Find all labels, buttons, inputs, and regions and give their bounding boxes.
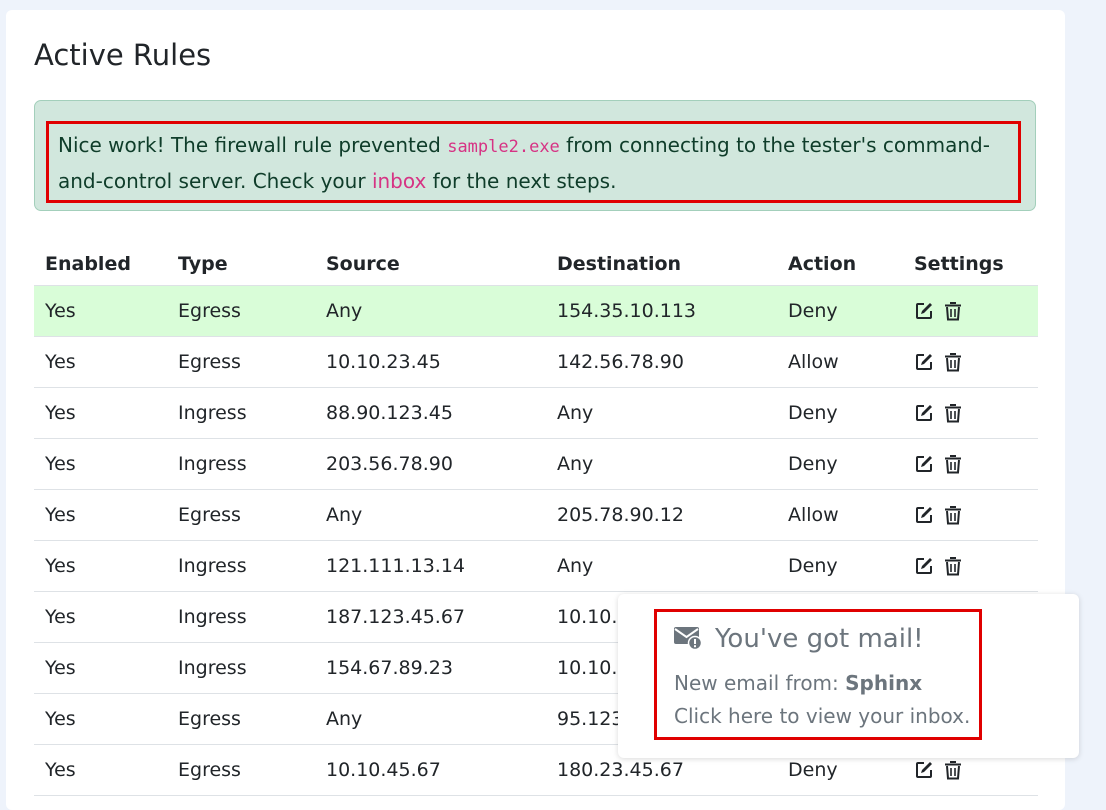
- alert-text-after: for the next steps.: [426, 169, 617, 193]
- header-type: Type: [167, 242, 315, 286]
- edit-icon[interactable]: [914, 505, 934, 525]
- trash-icon[interactable]: [944, 352, 962, 372]
- toast-sender: Sphinx: [845, 671, 923, 695]
- cell-action: Allow: [777, 489, 903, 541]
- page-title: Active Rules: [34, 38, 212, 72]
- cell-source: Any: [315, 693, 546, 745]
- row-settings: [914, 505, 1038, 525]
- cell-destination: Any: [546, 387, 777, 439]
- cell-type: Egress: [167, 744, 315, 796]
- cell-enabled: Yes: [34, 489, 167, 541]
- toast-title: You've got mail!: [715, 624, 924, 654]
- cell-type: Egress: [167, 285, 315, 337]
- cell-type: Egress: [167, 336, 315, 388]
- cell-enabled: Yes: [34, 438, 167, 490]
- edit-icon[interactable]: [914, 352, 934, 372]
- cell-source: Any: [315, 285, 546, 337]
- cell-enabled: Yes: [34, 540, 167, 592]
- cell-type: Ingress: [167, 540, 315, 592]
- row-settings: [914, 352, 1038, 372]
- edit-icon[interactable]: [914, 403, 934, 423]
- toast-content[interactable]: You've got mail! New email from: Sphinx …: [654, 609, 982, 740]
- cell-settings: [903, 489, 1038, 541]
- header-settings: Settings: [903, 242, 1038, 286]
- cell-type: Egress: [167, 489, 315, 541]
- cell-source: 121.111.13.14: [315, 540, 546, 592]
- toast-cta[interactable]: Click here to view your inbox.: [674, 704, 970, 728]
- alert-message: Nice work! The firewall rule prevented s…: [46, 121, 1021, 203]
- edit-icon[interactable]: [914, 556, 934, 576]
- cell-type: Ingress: [167, 438, 315, 490]
- table-header-row: Enabled Type Source Destination Action S…: [34, 242, 1038, 286]
- table-row: Yes Egress 10.10.23.45 142.56.78.90 Allow: [34, 336, 1038, 388]
- cell-source: 154.67.89.23: [315, 642, 546, 694]
- cell-destination: Any: [546, 438, 777, 490]
- cell-action: Allow: [777, 336, 903, 388]
- header-destination: Destination: [546, 242, 777, 286]
- cell-settings: [903, 540, 1038, 592]
- edit-icon[interactable]: [914, 454, 934, 474]
- cell-action: Deny: [777, 387, 903, 439]
- row-settings: [914, 556, 1038, 576]
- cell-enabled: Yes: [34, 591, 167, 643]
- trash-icon[interactable]: [944, 556, 962, 576]
- edit-icon[interactable]: [914, 301, 934, 321]
- table-row: Yes Ingress 121.111.13.14 Any Deny: [34, 540, 1038, 592]
- trash-icon[interactable]: [944, 301, 962, 321]
- cell-source: 203.56.78.90: [315, 438, 546, 490]
- edit-icon[interactable]: [914, 760, 934, 780]
- cell-enabled: Yes: [34, 642, 167, 694]
- header-action: Action: [777, 242, 903, 286]
- toast-from-label: New email from:: [674, 671, 846, 695]
- trash-icon[interactable]: [944, 505, 962, 525]
- cell-destination: Any: [546, 540, 777, 592]
- cell-action: Deny: [777, 540, 903, 592]
- cell-type: Ingress: [167, 642, 315, 694]
- cell-settings: [903, 438, 1038, 490]
- cell-destination: 142.56.78.90: [546, 336, 777, 388]
- table-row: Yes Ingress 203.56.78.90 Any Deny: [34, 438, 1038, 490]
- success-alert: Nice work! The firewall rule prevented s…: [34, 100, 1036, 211]
- cell-settings: [903, 387, 1038, 439]
- cell-action: Deny: [777, 285, 903, 337]
- cell-enabled: Yes: [34, 387, 167, 439]
- alert-text-before: Nice work! The firewall rule prevented: [58, 133, 448, 157]
- cell-enabled: Yes: [34, 285, 167, 337]
- table-row: Yes Egress Any 154.35.10.113 Deny: [34, 285, 1038, 337]
- cell-enabled: Yes: [34, 744, 167, 796]
- mail-alert-icon: [673, 624, 703, 654]
- cell-settings: [903, 285, 1038, 337]
- trash-icon[interactable]: [944, 760, 962, 780]
- mail-notification-toast[interactable]: You've got mail! New email from: Sphinx …: [618, 594, 1079, 758]
- cell-destination: 205.78.90.12: [546, 489, 777, 541]
- trash-icon[interactable]: [944, 454, 962, 474]
- trash-icon[interactable]: [944, 403, 962, 423]
- row-settings: [914, 454, 1038, 474]
- cell-destination: 154.35.10.113: [546, 285, 777, 337]
- table-row: Yes Ingress 88.90.123.45 Any Deny: [34, 387, 1038, 439]
- cell-source: 10.10.45.67: [315, 744, 546, 796]
- row-settings: [914, 403, 1038, 423]
- toast-header: You've got mail!: [673, 624, 924, 654]
- cell-enabled: Yes: [34, 336, 167, 388]
- table-row: Yes Egress Any 205.78.90.12 Allow: [34, 489, 1038, 541]
- toast-from: New email from: Sphinx: [674, 671, 922, 695]
- cell-type: Ingress: [167, 591, 315, 643]
- cell-source: 10.10.23.45: [315, 336, 546, 388]
- cell-type: Ingress: [167, 387, 315, 439]
- row-settings: [914, 760, 1038, 780]
- header-source: Source: [315, 242, 546, 286]
- inbox-link[interactable]: inbox: [372, 169, 426, 193]
- cell-source: 88.90.123.45: [315, 387, 546, 439]
- cell-type: Egress: [167, 693, 315, 745]
- cell-enabled: Yes: [34, 693, 167, 745]
- cell-action: Deny: [777, 438, 903, 490]
- cell-source: Any: [315, 489, 546, 541]
- alert-code: sample2.exe: [447, 137, 560, 157]
- row-settings: [914, 301, 1038, 321]
- cell-settings: [903, 336, 1038, 388]
- header-enabled: Enabled: [34, 242, 167, 286]
- cell-source: 187.123.45.67: [315, 591, 546, 643]
